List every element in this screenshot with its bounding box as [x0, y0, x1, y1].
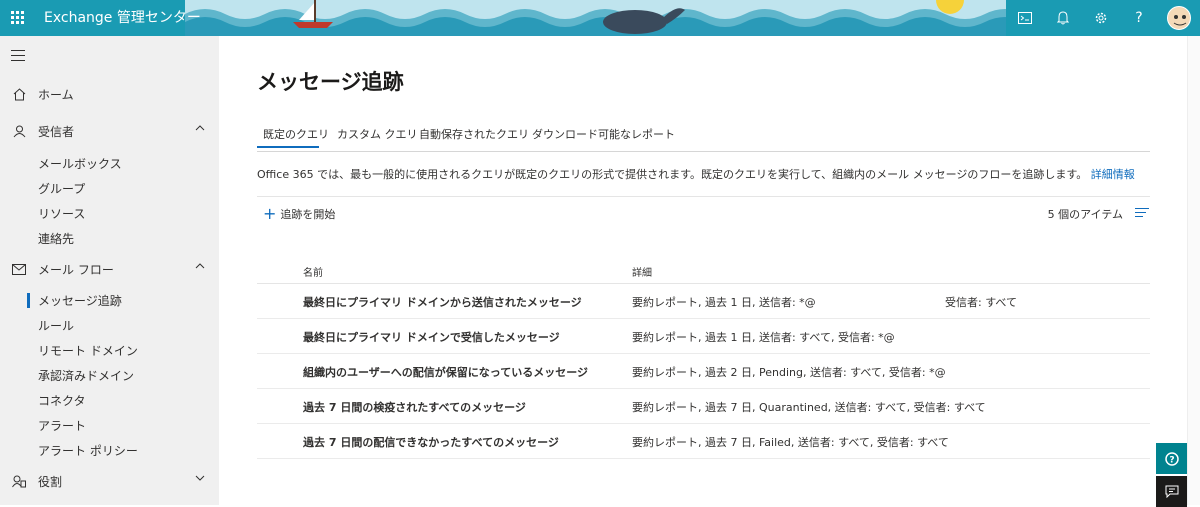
plus-icon: + [263, 204, 277, 223]
feedback-fab-button[interactable] [1156, 476, 1187, 507]
sidebar-item-label: グループ [38, 182, 86, 196]
sidebar-item-label: メッセージ追跡 [38, 294, 122, 308]
start-trace-button[interactable]: + 追跡を開始 [263, 206, 335, 222]
sidebar-item-label: リモート ドメイン [38, 344, 138, 358]
person-icon [11, 124, 27, 140]
description-text: Office 365 では、最も一般的に使用されるクエリが既定のクエリの形式で提… [257, 168, 1088, 181]
chevron-up-icon[interactable] [195, 263, 205, 269]
query-detail: 要約レポート, 過去 1 日, 送信者: すべて, 受信者: *@ [632, 331, 895, 344]
tab-autosaved-queries[interactable]: 自動保存されたクエリ [419, 126, 529, 142]
roles-icon [11, 474, 27, 490]
sidebar-item-label: アラート ポリシー [38, 444, 138, 458]
learn-more-link[interactable]: 詳細情報 [1091, 168, 1135, 181]
sidebar-item-label: 承認済みドメイン [38, 369, 135, 383]
sidebar-item-mailflow[interactable]: メール フロー [0, 257, 219, 282]
sidebar-item-label: ルール [38, 319, 75, 333]
sidebar-item-connectors[interactable]: コネクタ [0, 388, 219, 413]
feedback-icon [1165, 485, 1178, 498]
query-detail: 要約レポート, 過去 7 日, Quarantined, 送信者: すべて, 受… [632, 401, 986, 414]
sidebar-item-alert-policies[interactable]: アラート ポリシー [0, 438, 219, 463]
terminal-icon[interactable] [1006, 0, 1044, 36]
app-title[interactable]: Exchange 管理センター [44, 0, 201, 36]
chevron-up-icon[interactable] [195, 125, 205, 131]
help-circle-icon: ? [1164, 451, 1179, 466]
table-header: 名前 詳細 [257, 252, 1150, 284]
table-row[interactable]: 組織内のユーザーへの配信が保留になっているメッセージ 要約レポート, 過去 2 … [257, 354, 1150, 389]
column-header-detail[interactable]: 詳細 [632, 264, 652, 279]
query-name: 組織内のユーザーへの配信が保留になっているメッセージ [303, 366, 589, 379]
hamburger-icon[interactable] [11, 50, 25, 65]
query-name: 過去 7 日間の配信できなかったすべてのメッセージ [303, 436, 559, 449]
scrollbar[interactable] [1187, 36, 1200, 505]
sidebar-item-remote-domains[interactable]: リモート ドメイン [0, 338, 219, 363]
sidebar-item-contacts[interactable]: 連絡先 [0, 226, 219, 251]
sidebar-item-label: メール フロー [38, 263, 114, 277]
tab-custom-queries[interactable]: カスタム クエリ [337, 126, 418, 142]
sidebar-item-roles[interactable]: 役割 [0, 469, 219, 494]
sidebar-item-alerts[interactable]: アラート [0, 413, 219, 438]
description: Office 365 では、最も一般的に使用されるクエリが既定のクエリの形式で提… [257, 166, 1135, 182]
sidebar-item-label: 役割 [38, 475, 63, 489]
sidebar-item-home[interactable]: ホーム [0, 82, 219, 107]
header-banner [185, 0, 1015, 36]
help-icon[interactable]: ? [1120, 0, 1158, 36]
item-count: 5 個のアイテム [1047, 208, 1123, 221]
sidebar-item-recipients[interactable]: 受信者 [0, 119, 219, 144]
query-name: 過去 7 日間の検疫されたすべてのメッセージ [303, 401, 526, 414]
start-trace-label: 追跡を開始 [280, 208, 336, 221]
queries-table: 名前 詳細 最終日にプライマリ ドメインから送信されたメッセージ 要約レポート,… [257, 252, 1150, 459]
sidebar-item-label: リソース [38, 207, 86, 221]
tab-downloadable-reports[interactable]: ダウンロード可能なレポート [532, 126, 675, 142]
sidebar-item-groups[interactable]: グループ [0, 176, 219, 201]
gear-icon[interactable] [1082, 0, 1120, 36]
sidebar: ホーム 受信者 メールボックス グループ リソース 連絡先 メール フロー メッ… [0, 36, 219, 505]
column-header-name[interactable]: 名前 [303, 264, 323, 279]
item-count-area: 5 個のアイテム [1048, 206, 1149, 222]
page-title: メッセージ追跡 [257, 70, 404, 94]
query-detail: 要約レポート, 過去 7 日, Failed, 送信者: すべて, 受信者: す… [632, 436, 949, 449]
sidebar-item-label: アラート [38, 419, 87, 433]
sidebar-item-label: ホーム [38, 88, 74, 102]
bell-icon[interactable] [1044, 0, 1082, 36]
header-actions: ? [1006, 0, 1200, 36]
view-options-icon[interactable] [1135, 208, 1149, 220]
active-tab-indicator [257, 146, 319, 148]
tab-default-queries[interactable]: 既定のクエリ [263, 126, 329, 142]
top-bar: Exchange 管理センター ? [0, 0, 1200, 36]
mail-icon [11, 262, 27, 278]
sidebar-item-accepted-domains[interactable]: 承認済みドメイン [0, 363, 219, 388]
table-row[interactable]: 最終日にプライマリ ドメインで受信したメッセージ 要約レポート, 過去 1 日,… [257, 319, 1150, 354]
sidebar-item-rules[interactable]: ルール [0, 313, 219, 338]
table-row[interactable]: 過去 7 日間の検疫されたすべてのメッセージ 要約レポート, 過去 7 日, Q… [257, 389, 1150, 424]
sidebar-item-message-trace[interactable]: メッセージ追跡 [0, 288, 219, 313]
sidebar-item-label: メールボックス [38, 157, 122, 171]
query-detail: 要約レポート, 過去 1 日, 送信者: *@ [632, 296, 816, 309]
sidebar-item-label: 連絡先 [38, 232, 75, 246]
query-detail: 要約レポート, 過去 2 日, Pending, 送信者: すべて, 受信者: … [632, 366, 946, 379]
query-detail-extra: 受信者: すべて [945, 296, 1017, 309]
table-row[interactable]: 最終日にプライマリ ドメインから送信されたメッセージ 要約レポート, 過去 1 … [257, 284, 1150, 319]
query-name: 最終日にプライマリ ドメインから送信されたメッセージ [303, 296, 582, 309]
table-row[interactable]: 過去 7 日間の配信できなかったすべてのメッセージ 要約レポート, 過去 7 日… [257, 424, 1150, 459]
query-name: 最終日にプライマリ ドメインで受信したメッセージ [303, 331, 560, 344]
tab-bar: 既定のクエリ カスタム クエリ 自動保存されたクエリ ダウンロード可能なレポート [257, 116, 1150, 152]
sidebar-item-label: コネクタ [38, 394, 86, 408]
divider [257, 196, 1150, 197]
sidebar-item-mailboxes[interactable]: メールボックス [0, 151, 219, 176]
sidebar-item-label: 受信者 [38, 125, 75, 139]
main-content: メッセージ追跡 既定のクエリ カスタム クエリ 自動保存されたクエリ ダウンロー… [219, 36, 1187, 505]
home-icon [11, 87, 27, 103]
chevron-down-icon[interactable] [195, 475, 205, 481]
sidebar-item-resources[interactable]: リソース [0, 201, 219, 226]
waffle-icon[interactable] [0, 0, 36, 36]
help-fab-button[interactable]: ? [1156, 443, 1187, 474]
selection-indicator [27, 293, 30, 308]
svg-text:?: ? [1169, 455, 1174, 465]
avatar[interactable] [1158, 0, 1200, 36]
